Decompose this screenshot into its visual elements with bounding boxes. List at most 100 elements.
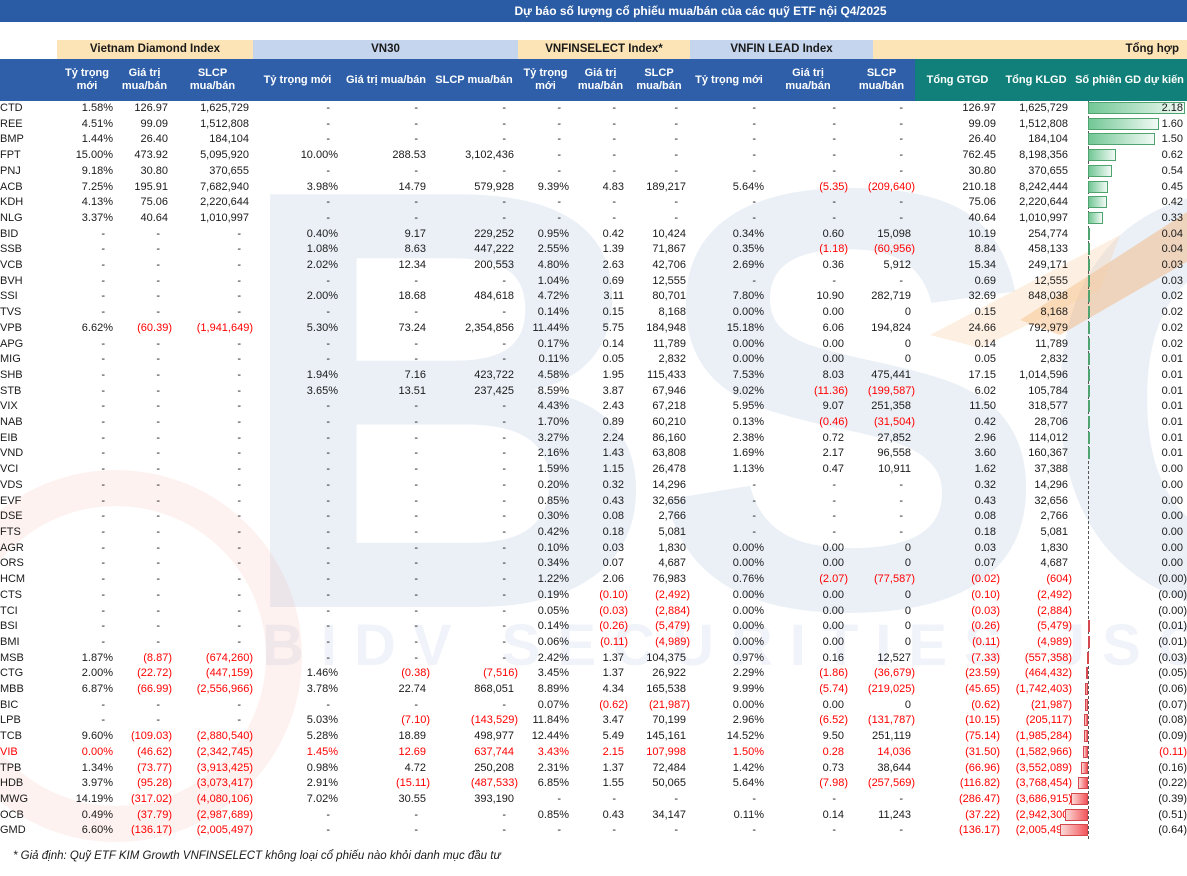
value-cell: 15.18% xyxy=(690,321,768,337)
value-cell: 42,706 xyxy=(628,258,690,274)
table-row-vds: VDS------0.20%0.3214,296---0.3214,2960.0… xyxy=(0,478,1187,494)
value-cell: - xyxy=(628,164,690,180)
value-cell: 30.80 xyxy=(117,164,172,180)
value-cell: (3,686,915) xyxy=(1000,792,1072,808)
table-row-vnd: VND------2.16%1.4363,8081.69%2.1796,5583… xyxy=(0,446,1187,462)
value-cell: (557,358) xyxy=(1000,651,1072,667)
value-cell: - xyxy=(253,651,342,667)
value-cell: 0 xyxy=(848,604,915,620)
value-cell: - xyxy=(57,525,117,541)
value-cell: 0.32 xyxy=(573,478,628,494)
value-cell: 254,774 xyxy=(1000,227,1072,243)
value-cell: 0.45 xyxy=(1072,180,1187,196)
value-cell: - xyxy=(768,164,848,180)
value-cell: 0.00 xyxy=(768,635,848,651)
value-cell: - xyxy=(430,462,518,478)
databar-positive xyxy=(1088,275,1090,287)
value-cell: - xyxy=(253,698,342,714)
value-cell: (36,679) xyxy=(848,666,915,682)
value-cell: 0.00% xyxy=(690,556,768,572)
value-cell: 8.59% xyxy=(518,384,573,400)
value-cell: (143,529) xyxy=(430,713,518,729)
value-cell: 2.91% xyxy=(253,776,342,792)
value-cell: 0.00% xyxy=(690,305,768,321)
value-cell: - xyxy=(430,132,518,148)
value-cell: - xyxy=(430,117,518,133)
value-cell: - xyxy=(57,604,117,620)
value-cell: 5.95% xyxy=(690,399,768,415)
value-cell: (3,768,454) xyxy=(1000,776,1072,792)
value-cell: 1.69% xyxy=(690,446,768,462)
value-cell: (464,432) xyxy=(1000,666,1072,682)
value-cell: - xyxy=(172,494,253,510)
ticker-cell: VIB xyxy=(0,745,57,761)
value-cell: - xyxy=(518,211,573,227)
value-cell: - xyxy=(117,698,172,714)
value-cell: - xyxy=(848,274,915,290)
ticker-cell: LPB xyxy=(0,713,57,729)
value-cell: - xyxy=(172,509,253,525)
value-cell: 1.04% xyxy=(518,274,573,290)
value-cell: - xyxy=(690,164,768,180)
value-cell: - xyxy=(768,195,848,211)
ticker-cell: SSB xyxy=(0,242,57,258)
value-cell: - xyxy=(690,509,768,525)
value-cell: 0.14 xyxy=(915,337,1000,353)
group-header-vnfinselect-index: VNFINSELECT Index* xyxy=(518,40,690,59)
value-cell: 0.16 xyxy=(768,651,848,667)
value-cell: - xyxy=(342,494,430,510)
value-cell: (1,742,403) xyxy=(1000,682,1072,698)
value-cell: 1.34% xyxy=(57,761,117,777)
value-cell: 0.72 xyxy=(768,431,848,447)
value-cell: - xyxy=(430,352,518,368)
value-cell: - xyxy=(253,635,342,651)
value-cell: - xyxy=(117,337,172,353)
ticker-cell: ORS xyxy=(0,556,57,572)
value-cell: - xyxy=(253,352,342,368)
value-cell: 2.06 xyxy=(573,572,628,588)
value-cell: 4,687 xyxy=(628,556,690,572)
value-cell: (205,117) xyxy=(1000,713,1072,729)
value-cell: (0.01) xyxy=(1072,619,1187,635)
value-cell: 0.36 xyxy=(768,258,848,274)
value-cell: - xyxy=(768,525,848,541)
databar-negative xyxy=(1081,762,1088,774)
value-cell: 10.00% xyxy=(253,148,342,164)
value-cell: - xyxy=(573,211,628,227)
value-cell: (1,582,966) xyxy=(1000,745,1072,761)
value-cell: (209,640) xyxy=(848,180,915,196)
value-cell: 848,038 xyxy=(1000,289,1072,305)
value-cell: 423,722 xyxy=(430,368,518,384)
value-cell: 0.42 xyxy=(1072,195,1187,211)
databar-negative xyxy=(1088,620,1090,632)
value-cell: 75.06 xyxy=(117,195,172,211)
table-row-gmd: GMD6.60%(136.17)(2,005,497)---------(136… xyxy=(0,823,1187,839)
value-cell: 11.84% xyxy=(518,713,573,729)
value-cell: (31.50) xyxy=(915,745,1000,761)
value-cell: (0.03) xyxy=(915,604,1000,620)
databar-negative xyxy=(1088,636,1090,648)
value-cell: 1.13% xyxy=(690,462,768,478)
value-cell: - xyxy=(430,823,518,839)
value-cell: - xyxy=(518,792,573,808)
value-cell: - xyxy=(57,227,117,243)
value-cell: - xyxy=(172,242,253,258)
value-cell: 7.25% xyxy=(57,180,117,196)
ticker-cell: MBB xyxy=(0,682,57,698)
value-cell: 72,484 xyxy=(628,761,690,777)
value-cell: - xyxy=(573,823,628,839)
value-cell: - xyxy=(253,478,342,494)
value-cell: - xyxy=(342,274,430,290)
value-cell: - xyxy=(518,117,573,133)
value-cell: 0 xyxy=(848,541,915,557)
value-cell: 7.53% xyxy=(690,368,768,384)
databar-positive xyxy=(1088,243,1090,255)
value-cell: - xyxy=(573,164,628,180)
value-cell: - xyxy=(172,274,253,290)
value-cell: 1.39 xyxy=(573,242,628,258)
value-cell: - xyxy=(117,352,172,368)
value-cell: 0.00% xyxy=(690,619,768,635)
value-cell: (0.16) xyxy=(1072,761,1187,777)
value-cell: (136.17) xyxy=(117,823,172,839)
value-cell: (286.47) xyxy=(915,792,1000,808)
